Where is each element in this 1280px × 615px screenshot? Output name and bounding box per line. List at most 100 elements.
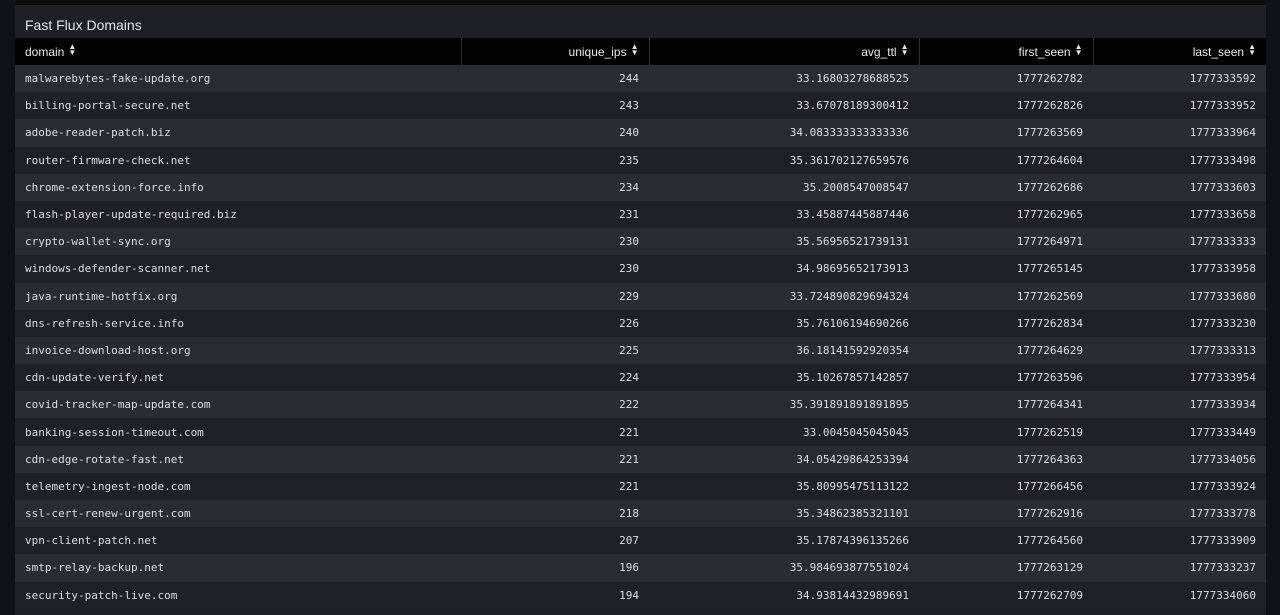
- cell-unique-ips: 243: [619, 99, 639, 113]
- cell-unique-ips: 196: [619, 561, 639, 575]
- cell-avg-ttl: 35.2008547008547: [803, 180, 909, 194]
- column-header-label: avg_ttl: [861, 45, 897, 59]
- cell-domain: invoice-download-host.org: [25, 343, 191, 357]
- column-header-avg-ttl[interactable]: avg_ttl ▲ ▼: [649, 38, 920, 65]
- cell-avg-ttl: 34.083333333333336: [789, 126, 909, 140]
- cell-first-seen: 1777262916: [1016, 507, 1083, 521]
- cell-domain: billing-portal-secure.net: [25, 99, 191, 113]
- cell-first-seen: 1777263596: [1016, 371, 1083, 385]
- panel-title: Fast Flux Domains: [25, 17, 142, 33]
- cell-last-seen: 1777333778: [1189, 507, 1256, 521]
- cell-unique-ips: 240: [619, 126, 639, 140]
- cell-first-seen: 1777262965: [1016, 208, 1083, 222]
- table-row: cdn-update-verify.net 224 35.1026785714285…: [15, 364, 1266, 392]
- cell-first-seen: 1777262826: [1016, 99, 1083, 113]
- cell-unique-ips: 221: [619, 425, 639, 439]
- cell-avg-ttl: 35.361702127659576: [789, 153, 909, 167]
- fast-flux-panel: Fast Flux Domains domain ▲ ▼ unique_ips ▲ ▼ av…: [15, 5, 1266, 615]
- cell-avg-ttl: 33.16803278688525: [796, 72, 909, 86]
- sort-icon: ▲ ▼: [1248, 42, 1256, 57]
- cell-avg-ttl: 33.45887445887446: [796, 208, 909, 222]
- cell-last-seen: 1777333954: [1189, 371, 1256, 385]
- cell-avg-ttl: 35.80995475113122: [796, 479, 909, 493]
- cell-domain: crypto-wallet-sync.org: [25, 235, 171, 249]
- cell-avg-ttl: 33.67078189300412: [796, 99, 909, 113]
- cell-unique-ips: 218: [619, 507, 639, 521]
- cell-last-seen: 1777333952: [1189, 99, 1256, 113]
- cell-first-seen: 1777266456: [1016, 479, 1083, 493]
- table-row: flash-player-update-required.biz 231 33.45…: [15, 200, 1266, 229]
- table-row: telemetry-ingest-node.com 221 35.809954751…: [15, 472, 1266, 500]
- column-header-label: domain: [25, 45, 65, 59]
- column-header-unique-ips[interactable]: unique_ips ▲ ▼: [461, 38, 650, 65]
- cell-domain: dns-refresh-service.info: [25, 316, 184, 330]
- table-row: java-runtime-hotfix.org 229 33.72489082969…: [15, 282, 1266, 310]
- table-body: malwarebytes-fake-update.org 244 33.168032…: [15, 65, 1266, 609]
- cell-last-seen: 1777333333: [1189, 235, 1256, 249]
- cell-domain: malwarebytes-fake-update.org: [25, 72, 211, 86]
- cell-avg-ttl: 36.18141592920354: [796, 343, 909, 357]
- column-header-label: last_seen: [1192, 45, 1245, 59]
- cell-unique-ips: 224: [619, 371, 639, 385]
- table-row: chrome-extension-force.info 234 35.2008547…: [15, 173, 1266, 201]
- header-row: domain ▲ ▼ unique_ips ▲ ▼ avg_ttl ▲ ▼ first_seen ▲…: [15, 38, 1266, 65]
- cell-last-seen: 1777334060: [1189, 588, 1256, 602]
- cell-last-seen: 1777333924: [1189, 479, 1256, 493]
- cell-first-seen: 1777262686: [1016, 180, 1083, 194]
- cell-first-seen: 1777264560: [1016, 534, 1083, 548]
- table-row: vpn-client-patch.net 207 35.17874396135266…: [15, 527, 1266, 555]
- column-header-last-seen[interactable]: last_seen ▲ ▼: [1093, 38, 1266, 65]
- cell-last-seen: 1777333958: [1189, 262, 1256, 276]
- cell-first-seen: 1777264604: [1016, 153, 1083, 167]
- column-header-domain[interactable]: domain ▲ ▼: [15, 38, 462, 65]
- cell-avg-ttl: 33.724890829694324: [789, 289, 909, 303]
- cell-domain: ssl-cert-renew-urgent.com: [25, 507, 191, 521]
- cell-domain: vpn-client-patch.net: [25, 534, 158, 548]
- cell-unique-ips: 194: [619, 588, 639, 602]
- cell-first-seen: 1777262782: [1016, 72, 1083, 86]
- cell-first-seen: 1777264971: [1016, 235, 1083, 249]
- cell-domain: cdn-edge-rotate-fast.net: [25, 452, 184, 466]
- column-header-label: unique_ips: [568, 45, 627, 59]
- cell-first-seen: 1777262709: [1016, 588, 1083, 602]
- cell-domain: telemetry-ingest-node.com: [25, 479, 191, 493]
- cell-unique-ips: 226: [619, 316, 639, 330]
- cell-domain: security-patch-live.com: [25, 588, 178, 602]
- table-row: security-patch-live.com 194 34.93814432989…: [15, 581, 1266, 609]
- cell-last-seen: 1777333313: [1189, 343, 1256, 357]
- cell-avg-ttl: 35.10267857142857: [796, 371, 909, 385]
- cell-unique-ips: 207: [619, 534, 639, 548]
- cell-first-seen: 1777264629: [1016, 343, 1083, 357]
- table-header: domain ▲ ▼ unique_ips ▲ ▼ avg_ttl ▲ ▼ first_seen ▲…: [15, 38, 1266, 65]
- column-header-label: first_seen: [1018, 45, 1071, 59]
- cell-avg-ttl: 33.0045045045045: [803, 425, 909, 439]
- cell-avg-ttl: 35.76106194690266: [796, 316, 909, 330]
- table-row: router-firmware-check.net 235 35.361702127…: [15, 146, 1266, 174]
- cell-unique-ips: 234: [619, 180, 639, 194]
- cell-unique-ips: 244: [619, 72, 639, 86]
- table-row: ssl-cert-renew-urgent.com 218 35.348623853…: [15, 500, 1266, 528]
- cell-domain: adobe-reader-patch.biz: [25, 126, 171, 140]
- table-row: smtp-relay-backup.net 196 35.9846938775510…: [15, 554, 1266, 582]
- sort-icon: ▲ ▼: [630, 42, 639, 57]
- cell-avg-ttl: 35.984693877551024: [789, 561, 909, 575]
- cell-last-seen: 1777333449: [1189, 425, 1256, 439]
- cell-first-seen: 1777262569: [1016, 289, 1083, 303]
- sort-icon: ▲ ▼: [1074, 42, 1083, 57]
- cell-domain: java-runtime-hotfix.org: [25, 289, 178, 303]
- cell-domain: smtp-relay-backup.net: [25, 561, 165, 575]
- cell-unique-ips: 230: [619, 235, 639, 249]
- cell-first-seen: 1777262519: [1016, 425, 1083, 439]
- cell-avg-ttl: 35.56956521739131: [796, 235, 909, 249]
- cell-domain: cdn-update-verify.net: [25, 371, 165, 385]
- cell-avg-ttl: 34.05429864253394: [796, 452, 909, 466]
- cell-last-seen: 1777333230: [1189, 316, 1256, 330]
- cell-last-seen: 1777333680: [1189, 289, 1256, 303]
- cell-avg-ttl: 35.34862385321101: [796, 507, 909, 521]
- cell-domain: covid-tracker-map-update.com: [25, 398, 211, 412]
- cell-unique-ips: 222: [619, 398, 639, 412]
- table-row: windows-defender-scanner.net 230 34.986956…: [15, 255, 1266, 283]
- cell-domain: banking-session-timeout.com: [25, 425, 204, 439]
- table-row: invoice-download-host.org 225 36.181415929…: [15, 336, 1266, 365]
- column-header-first-seen[interactable]: first_seen ▲ ▼: [919, 38, 1094, 65]
